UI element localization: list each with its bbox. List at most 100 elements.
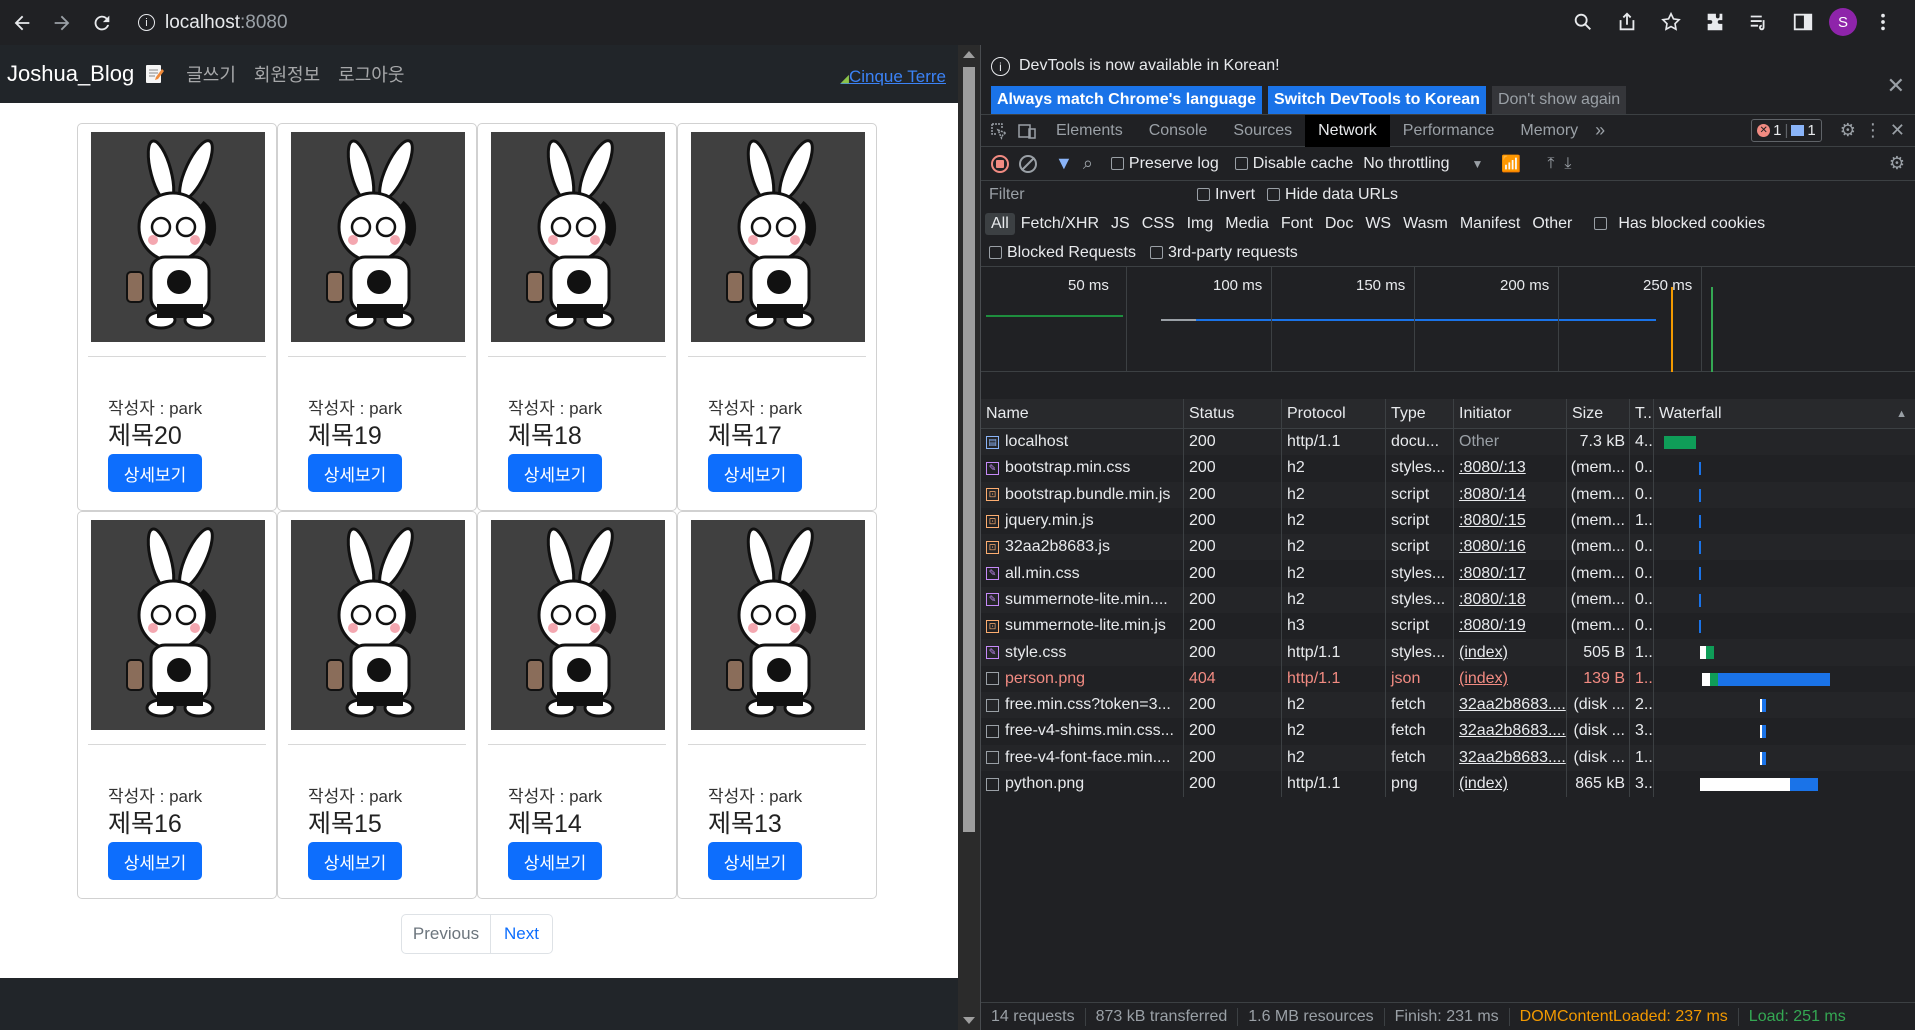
request-initiator[interactable]: 32aa2b8683....: [1454, 744, 1567, 771]
tab-performance[interactable]: Performance: [1390, 115, 1508, 147]
request-initiator[interactable]: :8080/:13: [1454, 455, 1567, 482]
more-tabs-icon[interactable]: »: [1595, 120, 1605, 141]
request-name[interactable]: ✎ summernote-lite.min....: [981, 586, 1184, 614]
type-filter-manifest[interactable]: Manifest: [1454, 213, 1526, 235]
request-initiator[interactable]: (index): [1454, 770, 1567, 798]
network-settings-icon[interactable]: ⚙: [1889, 153, 1905, 174]
col-name[interactable]: Name: [981, 399, 1184, 428]
request-initiator[interactable]: :8080/:19: [1454, 613, 1567, 640]
scroll-thumb[interactable]: [963, 67, 975, 832]
request-row[interactable]: ⊡ jquery.min.js 200 h2 script:8080/:15 (mem..…: [981, 507, 1915, 535]
request-row[interactable]: ✎ all.min.css 200 h2 styles...:8080/:17 (mem.…: [981, 560, 1915, 587]
switch-korean-button[interactable]: Switch DevTools to Korean: [1268, 86, 1486, 114]
menu-logout[interactable]: 로그아웃: [338, 61, 404, 87]
request-row[interactable]: person.png 404 http/1.1 json (index) 139 B 1..…: [981, 665, 1915, 692]
request-initiator[interactable]: :8080/:16: [1454, 534, 1567, 561]
type-filter-doc[interactable]: Doc: [1319, 213, 1359, 235]
next-button[interactable]: Next: [491, 914, 553, 954]
request-name[interactable]: free-v4-shims.min.css...: [981, 718, 1184, 745]
tab-memory[interactable]: Memory: [1507, 115, 1591, 147]
preserve-log-checkbox[interactable]: Preserve log: [1110, 155, 1219, 173]
settings-gear-icon[interactable]: ⚙: [1840, 120, 1856, 141]
request-name[interactable]: ⊡ jquery.min.js: [981, 507, 1184, 535]
forward-icon[interactable]: [44, 5, 80, 41]
request-initiator[interactable]: Other: [1454, 429, 1567, 456]
request-name[interactable]: ⊡ summernote-lite.min.js: [981, 613, 1184, 640]
detail-button[interactable]: 상세보기: [708, 454, 802, 492]
request-row[interactable]: ✎ bootstrap.min.css 200 h2 styles...:8080/:1…: [981, 455, 1915, 482]
devtools-menu-icon[interactable]: ⋮: [1864, 120, 1882, 141]
request-row[interactable]: ▤ localhost 200 http/1.1 docu... Other 7.3 kB 4…: [981, 429, 1915, 456]
info-icon[interactable]: i: [138, 14, 155, 31]
has-blocked-cookies-checkbox[interactable]: Has blocked cookies: [1588, 213, 1777, 235]
request-name[interactable]: free.min.css?token=3...: [981, 691, 1184, 719]
request-row[interactable]: free-v4-font-face.min.... 200 h2 fetch 32aa2…: [981, 744, 1915, 771]
import-har-icon[interactable]: ⤒: [1547, 155, 1554, 173]
request-initiator[interactable]: (index): [1454, 665, 1567, 692]
request-name[interactable]: person.png: [981, 665, 1184, 692]
menu-user-info[interactable]: 회원정보: [254, 61, 320, 87]
tab-console[interactable]: Console: [1136, 115, 1221, 147]
kebab-menu-icon[interactable]: [1865, 4, 1901, 40]
back-icon[interactable]: [4, 5, 40, 41]
detail-button[interactable]: 상세보기: [708, 842, 802, 880]
search-icon[interactable]: ⌕: [1083, 153, 1093, 174]
tab-network[interactable]: Network: [1305, 114, 1390, 147]
request-name[interactable]: ▤ localhost: [981, 429, 1184, 456]
type-filter-font[interactable]: Font: [1275, 213, 1319, 235]
col-status[interactable]: Status: [1184, 399, 1282, 428]
bookmark-star-icon[interactable]: [1653, 4, 1689, 40]
request-initiator[interactable]: 32aa2b8683....: [1454, 718, 1567, 745]
device-toolbar-icon[interactable]: [1017, 121, 1037, 141]
previous-button[interactable]: Previous: [401, 914, 491, 954]
filter-icon[interactable]: ▼: [1055, 153, 1073, 174]
request-name[interactable]: ⊡ 32aa2b8683.js: [981, 534, 1184, 561]
col-time[interactable]: T...: [1630, 399, 1654, 428]
type-filter-media[interactable]: Media: [1219, 213, 1275, 235]
request-row[interactable]: free-v4-shims.min.css... 200 h2 fetch 32aa2b…: [981, 718, 1915, 745]
profile-avatar[interactable]: S: [1829, 8, 1857, 36]
type-filter-ws[interactable]: WS: [1359, 213, 1397, 235]
request-initiator[interactable]: :8080/:14: [1454, 481, 1567, 508]
detail-button[interactable]: 상세보기: [108, 454, 202, 492]
record-icon[interactable]: [991, 154, 1009, 173]
request-row[interactable]: ⊡ bootstrap.bundle.min.js 200 h2 script:8080…: [981, 481, 1915, 508]
reload-icon[interactable]: [84, 5, 120, 41]
col-size[interactable]: Size: [1567, 399, 1630, 428]
close-icon[interactable]: ✕: [1887, 73, 1905, 99]
scroll-up-icon[interactable]: [963, 51, 975, 58]
request-row[interactable]: ✎ style.css 200 http/1.1 styles... (index) 505…: [981, 639, 1915, 666]
request-row[interactable]: python.png 200 http/1.1 png (index) 865 kB 3..…: [981, 770, 1915, 798]
filter-input[interactable]: Filter: [985, 183, 1185, 207]
tab-elements[interactable]: Elements: [1043, 115, 1136, 147]
share-icon[interactable]: [1609, 4, 1645, 40]
detail-button[interactable]: 상세보기: [308, 842, 402, 880]
export-har-icon[interactable]: ⤓: [1564, 155, 1571, 173]
request-initiator[interactable]: 32aa2b8683....: [1454, 691, 1567, 719]
zoom-icon[interactable]: [1565, 4, 1601, 40]
page-scrollbar[interactable]: [958, 45, 980, 1030]
request-name[interactable]: free-v4-font-face.min....: [981, 744, 1184, 771]
close-devtools-icon[interactable]: ✕: [1890, 120, 1905, 141]
invert-checkbox[interactable]: Invert: [1197, 186, 1255, 204]
col-type[interactable]: Type: [1386, 399, 1454, 428]
network-overview[interactable]: 50 ms 100 ms 150 ms 200 ms 250 ms: [981, 267, 1915, 372]
request-row[interactable]: ⊡ 32aa2b8683.js 200 h2 script:8080/:16 (mem..…: [981, 534, 1915, 561]
request-initiator[interactable]: :8080/:18: [1454, 586, 1567, 614]
site-brand[interactable]: Joshua_Blog: [7, 61, 134, 87]
inspect-element-icon[interactable]: [989, 121, 1009, 141]
blocked-requests-checkbox[interactable]: Blocked Requests: [989, 244, 1136, 262]
request-name[interactable]: ⊡ bootstrap.bundle.min.js: [981, 481, 1184, 508]
scroll-down-icon[interactable]: [963, 1017, 975, 1024]
request-name[interactable]: ✎ bootstrap.min.css: [981, 455, 1184, 482]
request-name[interactable]: ✎ all.min.css: [981, 560, 1184, 587]
network-conditions-icon[interactable]: 📶: [1501, 154, 1521, 174]
tab-sources[interactable]: Sources: [1220, 115, 1305, 147]
request-row[interactable]: free.min.css?token=3... 200 h2 fetch 32aa2b8…: [981, 691, 1915, 719]
col-waterfall[interactable]: Waterfall ▲: [1654, 399, 1915, 428]
menu-write[interactable]: 글쓰기: [186, 61, 236, 87]
detail-button[interactable]: 상세보기: [508, 454, 602, 492]
type-filter-wasm[interactable]: Wasm: [1397, 213, 1454, 235]
disable-cache-checkbox[interactable]: Disable cache: [1234, 155, 1353, 173]
detail-button[interactable]: 상세보기: [108, 842, 202, 880]
